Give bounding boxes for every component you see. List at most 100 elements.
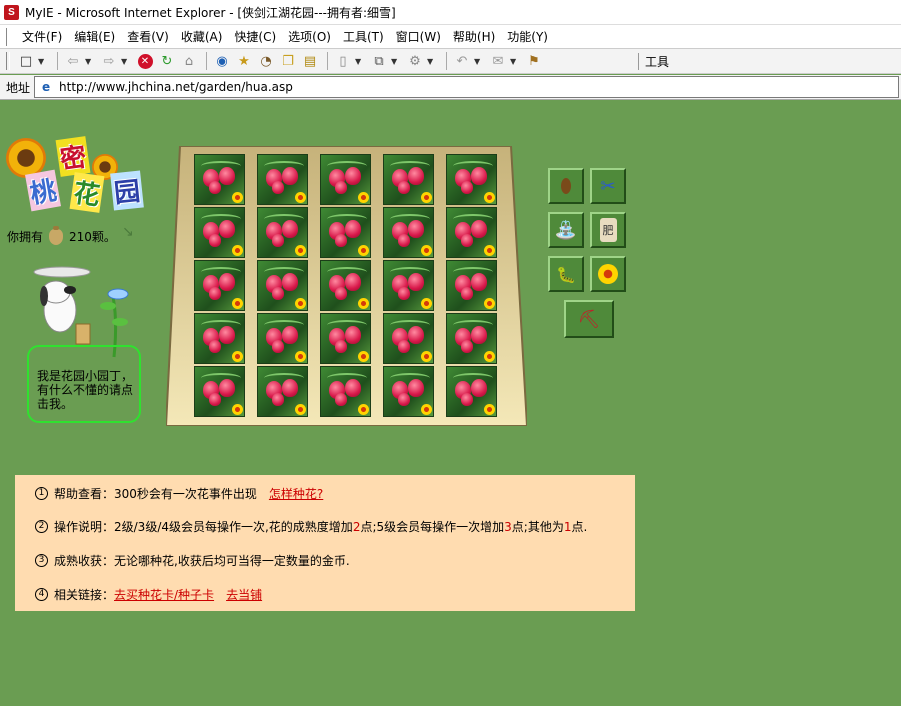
menu-view[interactable]: 查看(V): [121, 27, 175, 47]
menu-functions[interactable]: 功能(Y): [501, 27, 554, 47]
back-icon[interactable]: ⇦: [63, 51, 83, 71]
flower-tile[interactable]: [446, 260, 497, 311]
home-icon[interactable]: ⌂: [179, 51, 199, 71]
sunflower-badge-icon: [484, 245, 495, 256]
flower-tile[interactable]: [320, 154, 371, 205]
new-dropdown-icon[interactable]: ▼: [38, 57, 48, 66]
menu-options[interactable]: 选项(O): [282, 27, 337, 47]
info-row-help: 1 帮助查看：300秒会有一次花事件出现 怎样种花?: [35, 485, 323, 502]
menu-bar: 文件(F) 编辑(E) 查看(V) 收藏(A) 快捷(C) 选项(O) 工具(T…: [0, 24, 901, 48]
circled-number: 2: [35, 520, 48, 533]
sunflower-badge-icon: [421, 351, 432, 362]
seed-count: 你拥有 210颗。: [7, 225, 116, 245]
tools-toolbar-label[interactable]: 工具: [638, 52, 901, 70]
undo-icon[interactable]: ↶: [452, 51, 472, 71]
page-dropdown-icon[interactable]: ▼: [355, 57, 365, 66]
fertilizer-button[interactable]: 肥: [590, 212, 626, 248]
proxy-icon[interactable]: ⚙: [405, 51, 425, 71]
window-title: MyIE - Microsoft Internet Explorer - [侠剑…: [25, 5, 396, 20]
window-dropdown-icon[interactable]: ▼: [391, 57, 401, 66]
proxy-dropdown-icon[interactable]: ▼: [427, 57, 437, 66]
flower-tile[interactable]: [257, 154, 308, 205]
menu-tools[interactable]: 工具(T): [337, 27, 390, 47]
copy-icon[interactable]: ❐: [278, 51, 298, 71]
sunflower-badge-icon: [358, 404, 369, 415]
flower-tile[interactable]: [446, 207, 497, 258]
sunflower-tool-button[interactable]: [590, 256, 626, 292]
flower-tile[interactable]: [446, 366, 497, 417]
bleeding-heart-flower-icon: [282, 273, 298, 291]
forward-dropdown-icon[interactable]: ▼: [121, 57, 131, 66]
flower-tile[interactable]: [194, 313, 245, 364]
sunflower-badge-icon: [484, 192, 495, 203]
bleeding-heart-flower-icon: [461, 287, 473, 300]
address-url[interactable]: http://www.jhchina.net/garden/hua.asp: [59, 80, 293, 94]
bleeding-heart-flower-icon: [408, 167, 424, 185]
flower-tile[interactable]: [257, 313, 308, 364]
flower-tile[interactable]: [383, 207, 434, 258]
stop-icon[interactable]: ✕: [135, 51, 155, 71]
shovel-button[interactable]: ⛏: [564, 300, 614, 338]
buy-cards-link[interactable]: 去买种花卡/种子卡: [114, 586, 214, 603]
menu-file[interactable]: 文件(F): [16, 27, 68, 47]
gardener-help-text[interactable]: 我是花园小园丁，有什么不懂的请点击我。: [37, 369, 139, 411]
logo-char: 园: [110, 170, 144, 211]
menu-help[interactable]: 帮助(H): [447, 27, 501, 47]
flower-tile[interactable]: [320, 313, 371, 364]
how-to-plant-link[interactable]: 怎样种花?: [269, 485, 323, 502]
search-icon[interactable]: ◉: [212, 51, 232, 71]
flower-tile[interactable]: [194, 207, 245, 258]
flower-tile[interactable]: [383, 260, 434, 311]
bleeding-heart-flower-icon: [471, 326, 487, 344]
caterpillar-icon: 🐛: [556, 264, 576, 284]
undo-dropdown-icon[interactable]: ▼: [474, 57, 484, 66]
flower-tile[interactable]: [446, 154, 497, 205]
bleeding-heart-flower-icon: [219, 167, 235, 185]
flower-tile[interactable]: [446, 313, 497, 364]
forward-icon[interactable]: ⇨: [99, 51, 119, 71]
flower-tile[interactable]: [257, 260, 308, 311]
flower-tile[interactable]: [194, 366, 245, 417]
bug-spray-button[interactable]: 🐛: [548, 256, 584, 292]
scissors-tool-button[interactable]: ✂: [590, 168, 626, 204]
flower-tile[interactable]: [320, 260, 371, 311]
flower-tile[interactable]: [383, 313, 434, 364]
flower-tile[interactable]: [257, 366, 308, 417]
back-dropdown-icon[interactable]: ▼: [85, 57, 95, 66]
mail-icon[interactable]: ✉: [488, 51, 508, 71]
sunflower-tool-icon: [598, 264, 618, 284]
bleeding-heart-flower-icon: [209, 234, 221, 247]
mail-dropdown-icon[interactable]: ▼: [510, 57, 520, 66]
address-field[interactable]: e http://www.jhchina.net/garden/hua.asp: [34, 76, 899, 98]
new-page-icon[interactable]: □: [16, 51, 36, 71]
plugin-icon[interactable]: ⚑: [524, 51, 544, 71]
window-icon[interactable]: ⧉: [369, 51, 389, 71]
page-icon[interactable]: ▯: [333, 51, 353, 71]
flower-tile[interactable]: [194, 154, 245, 205]
operation-text-d: 点.: [571, 520, 588, 534]
pawnshop-link[interactable]: 去当铺: [226, 586, 262, 603]
menu-shortcuts[interactable]: 快捷(C): [228, 27, 282, 47]
flower-tile[interactable]: [257, 207, 308, 258]
flower-tile[interactable]: [194, 260, 245, 311]
watering-can-button[interactable]: ⛲: [548, 212, 584, 248]
toolbar-separator: [206, 52, 207, 70]
notes-icon[interactable]: ▤: [300, 51, 320, 71]
bleeding-heart-flower-icon: [209, 340, 221, 353]
bleeding-heart-flower-icon: [219, 326, 235, 344]
bleeding-heart-flower-icon: [345, 326, 361, 344]
menu-edit[interactable]: 编辑(E): [68, 27, 121, 47]
circled-number: 1: [35, 487, 48, 500]
seed-tool-button[interactable]: [548, 168, 584, 204]
refresh-icon[interactable]: ↻: [157, 51, 177, 71]
menu-favorites[interactable]: 收藏(A): [175, 27, 229, 47]
operation-text-c: 点;其他为: [511, 520, 564, 534]
favorites-icon[interactable]: ★: [234, 51, 254, 71]
flower-tile[interactable]: [383, 366, 434, 417]
menu-window[interactable]: 窗口(W): [390, 27, 447, 47]
flower-tile[interactable]: [383, 154, 434, 205]
flower-tile[interactable]: [320, 207, 371, 258]
flower-tile[interactable]: [320, 366, 371, 417]
bleeding-heart-flower-icon: [471, 220, 487, 238]
history-icon[interactable]: ◔: [256, 51, 276, 71]
